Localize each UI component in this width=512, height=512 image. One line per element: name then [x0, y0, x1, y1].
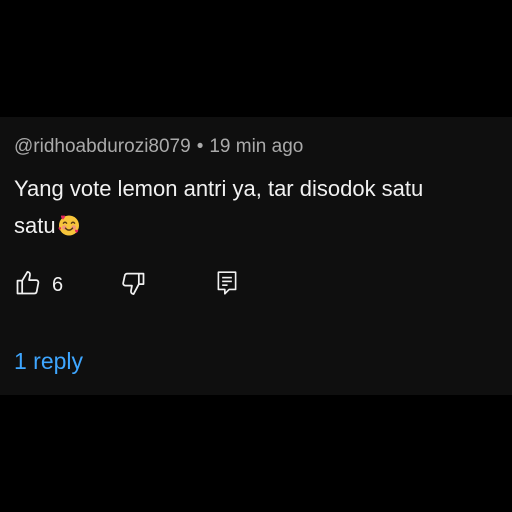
comment-time: 19 min ago	[209, 136, 304, 157]
reply-button[interactable]	[214, 269, 240, 302]
comment-text: Yang vote lemon antri ya, tar disodok sa…	[14, 170, 502, 244]
view-replies-link[interactable]: 1 reply	[14, 348, 83, 375]
comment-line-2: satu	[14, 213, 56, 238]
thumbs-up-icon	[14, 269, 42, 302]
comment-line-2-wrap: satu	[14, 207, 502, 244]
like-button[interactable]: 6	[14, 269, 63, 302]
comment-header: @ridhoabdurozi8079 • 19 min ago	[14, 136, 303, 158]
comment-line-1: Yang vote lemon antri ya, tar disodok sa…	[14, 176, 424, 201]
reply-comment-icon	[214, 269, 240, 302]
separator-dot: •	[196, 136, 204, 157]
smiling-face-with-hearts-icon	[57, 211, 81, 236]
thumbs-down-icon	[119, 269, 147, 302]
author-handle[interactable]: @ridhoabdurozi8079	[14, 136, 191, 157]
like-count: 6	[52, 274, 64, 296]
dislike-button[interactable]	[119, 269, 147, 302]
